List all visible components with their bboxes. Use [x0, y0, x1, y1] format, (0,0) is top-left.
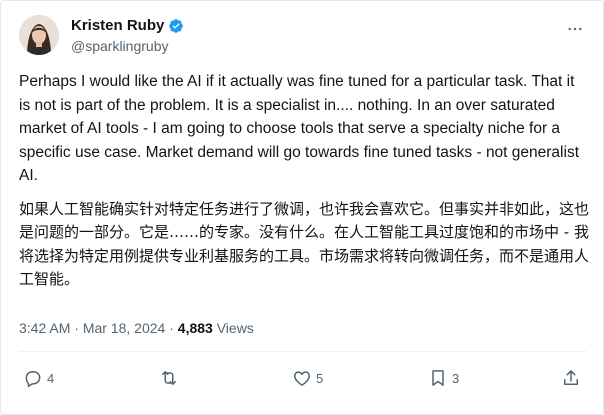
- tweet-header: Kristen Ruby @sparklingruby: [19, 13, 589, 59]
- views-count[interactable]: 4,883: [178, 320, 213, 336]
- reply-count: 4: [47, 370, 55, 386]
- author-handle[interactable]: @sparklingruby: [71, 37, 184, 55]
- tweet-text-chinese: 如果人工智能确实针对特定任务进行了微调，也许我会喜欢它。但事实并非如此，这也是问…: [19, 199, 590, 289]
- avatar[interactable]: [19, 15, 59, 55]
- tweet-card: Kristen Ruby @sparklingruby Perhaps I wo…: [0, 0, 604, 415]
- tweet-text: Perhaps I would like the AI if it actual…: [19, 70, 589, 292]
- like-icon: [293, 371, 311, 386]
- author-info: Kristen Ruby @sparklingruby: [71, 17, 184, 55]
- tweet-date[interactable]: Mar 18, 2024: [83, 320, 166, 336]
- divider: [19, 351, 587, 352]
- like-count: 5: [316, 370, 324, 386]
- tweet-time[interactable]: 3:42 AM: [19, 320, 70, 336]
- share-icon: [564, 370, 578, 385]
- verified-badge-icon: [168, 18, 184, 34]
- retweet-icon: [162, 371, 176, 385]
- tweet-text-english: Perhaps I would like the AI if it actual…: [19, 73, 579, 184]
- reply-button[interactable]: 4: [23, 368, 54, 388]
- tweet-meta: 3:42 AM · Mar 18, 2024 · 4,883 Views: [19, 320, 254, 336]
- avatar-image: [19, 15, 59, 55]
- views-label: Views: [212, 320, 254, 336]
- reply-icon: [25, 371, 41, 388]
- bookmark-button[interactable]: 3: [428, 368, 459, 388]
- more-icon[interactable]: [565, 19, 585, 39]
- retweet-button[interactable]: [159, 368, 179, 388]
- like-button[interactable]: 5: [292, 368, 323, 388]
- tweet-actions: 4 5 3: [19, 368, 589, 390]
- meta-separator: ·: [165, 320, 178, 336]
- bookmark-count: 3: [452, 370, 460, 386]
- display-name[interactable]: Kristen Ruby: [71, 17, 164, 35]
- meta-separator: ·: [70, 320, 83, 336]
- share-button[interactable]: [561, 368, 581, 388]
- bookmark-icon: [432, 370, 444, 386]
